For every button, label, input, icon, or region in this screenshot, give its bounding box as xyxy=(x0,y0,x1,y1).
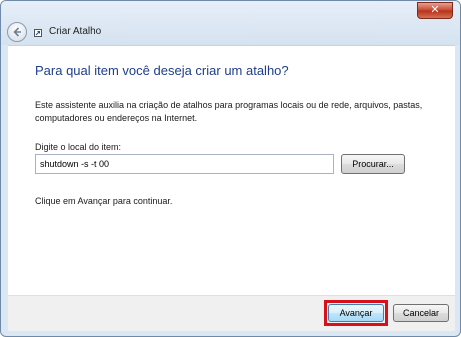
close-button[interactable]: ✕ xyxy=(417,2,453,19)
back-button[interactable] xyxy=(7,22,27,42)
shortcut-icon xyxy=(34,29,42,37)
wizard-description: Este assistente auxilia na criação de at… xyxy=(35,100,423,123)
window-title: Criar Atalho xyxy=(49,26,102,37)
next-button[interactable]: Avançar xyxy=(328,304,384,322)
location-label: Digite o local do item: xyxy=(35,142,122,152)
location-input[interactable] xyxy=(35,154,334,174)
cancel-button[interactable]: Cancelar xyxy=(393,304,449,322)
page-heading: Para qual item você deseja criar um atal… xyxy=(35,63,289,78)
navigation-bar: Criar Atalho xyxy=(1,20,460,44)
browse-button[interactable]: Procurar... xyxy=(341,154,405,174)
continue-hint: Clique em Avançar para continuar. xyxy=(35,196,173,206)
close-icon: ✕ xyxy=(430,4,440,16)
back-arrow-icon xyxy=(13,27,21,37)
window-frame: ✕ Criar Atalho xyxy=(1,1,460,45)
wizard-window: ✕ Criar Atalho Para qual item você desej… xyxy=(0,0,461,337)
button-bar: Avançar Cancelar xyxy=(8,295,455,331)
wizard-content: Para qual item você deseja criar um atal… xyxy=(8,45,455,295)
